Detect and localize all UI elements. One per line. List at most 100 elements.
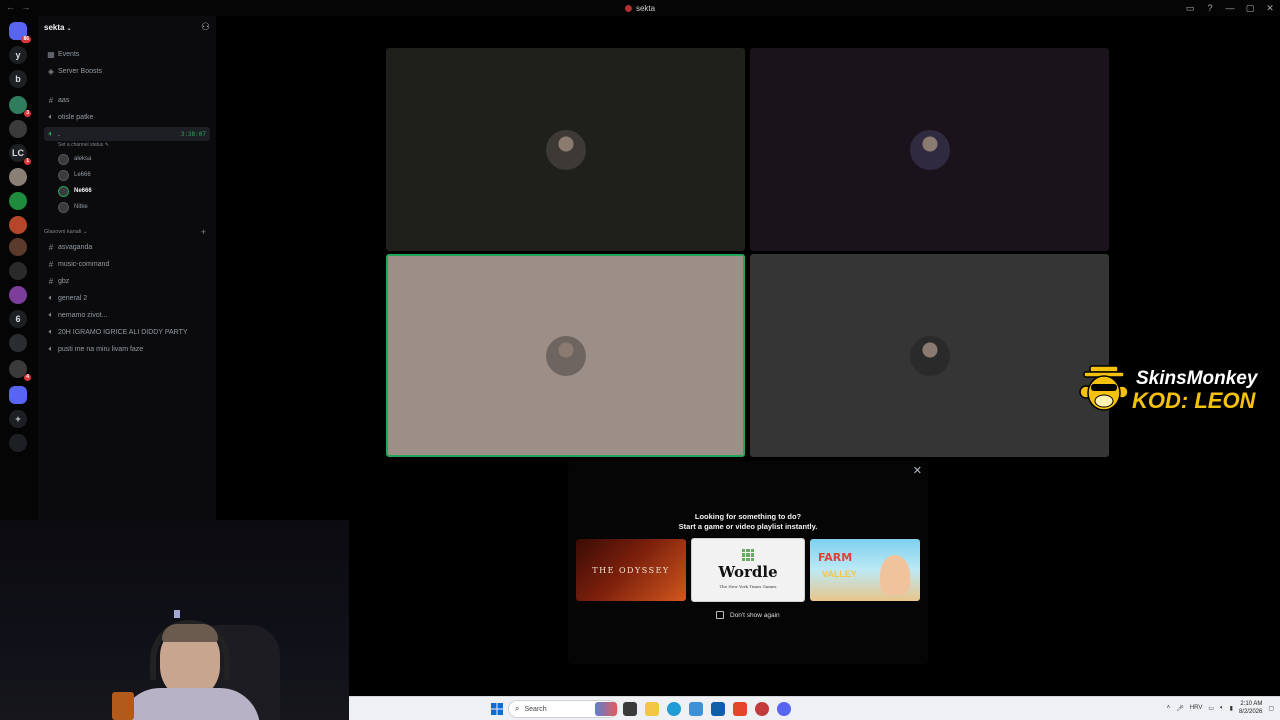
server-icon[interactable] [9,168,27,186]
server-icon[interactable]: y [9,46,27,64]
file-explorer-icon[interactable] [645,702,659,716]
channel-music-command[interactable]: # music-command [44,257,210,271]
server-icon[interactable]: 6 [9,310,27,328]
server-icon[interactable] [9,286,27,304]
nav-arrows[interactable]: ← → [6,2,33,12]
volume-icon[interactable]: 🔈︎ [1220,705,1224,712]
store-icon[interactable] [711,702,725,716]
server-icon[interactable]: 4 [9,360,31,381]
server-icon[interactable]: LC 1 [9,144,31,165]
add-user-icon[interactable]: ⚇ [201,22,210,33]
video-tile[interactable] [750,48,1109,251]
channel-20h-igramo[interactable]: 🔈︎ 20H IGRAMO IGRICE ALI DIDDY PARTY [44,325,210,339]
language-indicator[interactable]: HRV [1190,705,1203,711]
background-light [174,610,180,618]
task-view-icon[interactable] [623,702,637,716]
farm-character [880,555,910,595]
participant-avatar [545,335,586,376]
voice-user[interactable]: Nitke [58,200,88,214]
search-icon: ⌕ [515,704,520,713]
taskbar-clock[interactable]: 2:10 AM 8/2/2026 [1239,700,1262,716]
channel-status[interactable]: Set a channel status ✎ [58,142,109,148]
server-icon [624,4,632,12]
search-highlight-icon[interactable] [595,702,617,716]
notification-badge: 3 [24,110,31,117]
microphone-icon[interactable]: 🎤︎ [1176,705,1184,712]
network-icon[interactable]: ▭ [1208,705,1214,712]
avatar [58,153,69,165]
minimize-icon[interactable]: — [1220,3,1240,13]
help-icon[interactable]: ? [1200,3,1220,13]
server-icon[interactable] [9,192,27,210]
server-icon[interactable]: b [9,70,27,88]
popup-heading: Looking for something to do? [694,512,802,521]
brave-icon[interactable] [733,702,747,716]
voice-user[interactable]: Ne666 [58,184,92,198]
create-channel-icon[interactable]: + [201,227,206,237]
video-tile[interactable] [750,254,1109,457]
sidebar-item-server-boosts[interactable]: ◈ Server Boosts [44,64,210,78]
discord-home-icon[interactable]: 86 [9,22,31,43]
voice-user[interactable]: aleksa [58,152,91,166]
server-icon[interactable] [9,120,27,138]
channel-general-2[interactable]: 🔈︎ general 2 [44,291,210,305]
server-icon[interactable] [9,238,27,256]
notification-icon[interactable]: ▢ [1268,705,1274,712]
add-server-icon[interactable]: + [9,410,27,428]
voice-user[interactable]: Le666 [58,168,91,182]
server-icon[interactable] [9,216,27,234]
speaker-icon: 🔈︎ [48,310,54,319]
explore-icon[interactable] [9,434,27,452]
dont-show-again-checkbox[interactable]: Don't show again [716,611,780,619]
sponsor-logo: SkinsMonkey KOD: LEON [1078,362,1278,414]
speaker-icon: 🔈︎ [48,129,54,138]
server-icon[interactable]: 3 [9,96,31,117]
channel-gbz[interactable]: # gbz [44,274,210,288]
window-titlebar: ← → sekta ▭ ? — ▢ ✕ [0,0,1280,16]
battery-icon[interactable]: ▮ [1230,705,1233,712]
participant-avatar [545,129,586,170]
channel-nemamo-zivot[interactable]: 🔈︎ nemamo zivot... [44,308,210,322]
windows-start-icon[interactable] [490,702,504,716]
speaker-icon: 🔈︎ [48,344,54,353]
close-icon[interactable]: ✕ [913,464,922,477]
inbox-icon[interactable]: ▭ [1180,3,1200,14]
server-icon[interactable] [9,386,27,404]
speaker-icon: 🔈︎ [48,327,54,336]
activity-card-farm-valley[interactable]: FARM VALLEY [810,539,920,601]
video-tile[interactable] [386,254,745,457]
window-title: sekta [624,4,655,13]
channel-otisle-patke[interactable]: 🔈︎ otisle patke [44,110,210,124]
app-icon[interactable] [689,702,703,716]
speaker-icon: 🔈︎ [48,293,54,302]
category-header[interactable]: Glasovni kanali ⌄ [44,229,87,235]
edge-icon[interactable] [667,702,681,716]
sidebar-item-events[interactable]: ▦ Events [44,47,210,61]
close-icon[interactable]: ✕ [1260,3,1280,14]
channel-dot-active[interactable]: 🔈︎ . 3:38:07 [44,127,210,141]
server-name-button[interactable]: sekta ⌄ [44,23,72,32]
chevron-up-icon[interactable]: ˄ [1167,705,1171,711]
hash-icon: # [48,95,54,105]
app-icon[interactable] [755,702,769,716]
channel-aas[interactable]: # aas [44,93,210,107]
server-icon[interactable] [9,262,27,280]
checkbox-box[interactable] [716,611,724,619]
call-timer: 3:38:07 [180,130,206,138]
windows-taskbar: ⌕ Search ˄ 🎤︎ HRV ▭ 🔈︎ ▮ 2:10 AM 8/2/202… [349,696,1280,720]
popup-subheading: Start a game or video playlist instantly… [678,522,818,531]
channel-pusti-me[interactable]: 🔈︎ pusti me na miru livam faze [44,342,210,356]
maximize-icon[interactable]: ▢ [1240,3,1260,14]
activity-card-odyssey[interactable]: THE ODYSSEY [576,539,686,601]
discord-icon[interactable] [777,702,791,716]
activity-card-wordle[interactable]: Wordle The New York Times Games [691,538,805,602]
server-icon[interactable] [9,334,27,352]
avatar [58,201,69,213]
streamer-body [120,688,260,720]
wordle-grid-icon [742,549,754,561]
pencil-icon: ✎ [104,142,109,148]
notification-badge: 4 [24,374,31,381]
video-tile[interactable] [386,48,745,251]
avatar [58,185,69,197]
channel-asvaganda[interactable]: # asvaganda [44,240,210,254]
